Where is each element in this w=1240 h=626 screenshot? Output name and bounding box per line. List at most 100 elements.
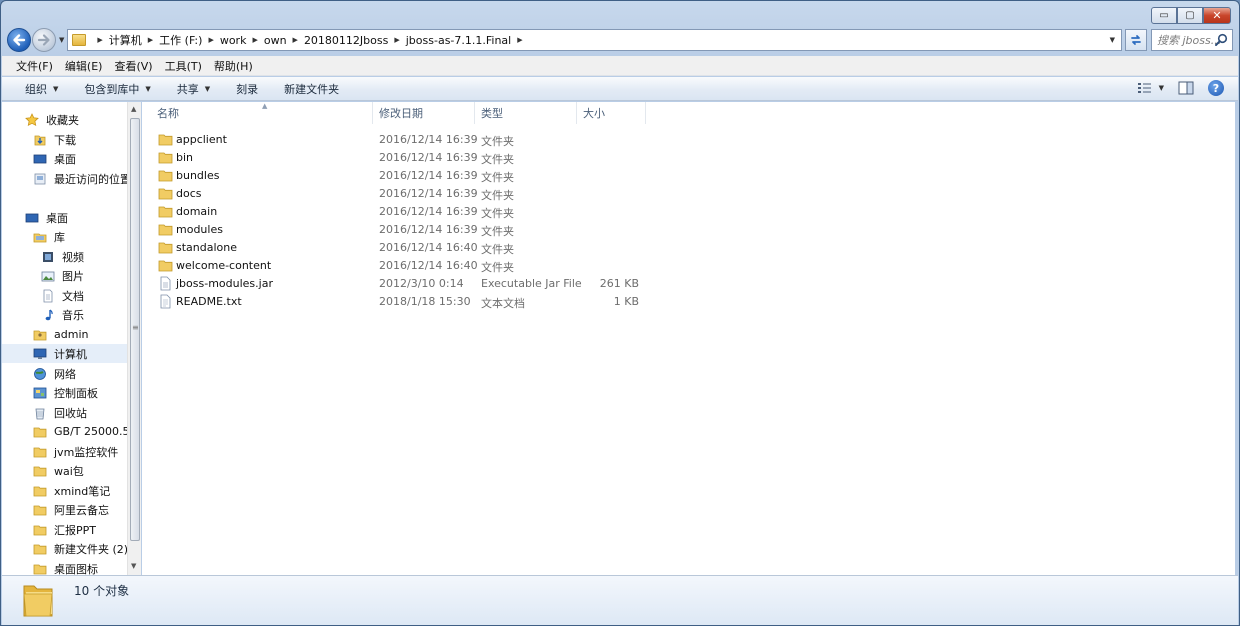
library-icon xyxy=(32,229,48,245)
file-row[interactable]: domain 2016/12/14 16:39 文件夹 xyxy=(156,203,1216,221)
jar-file-icon xyxy=(160,276,171,291)
file-type: 文件夹 xyxy=(481,261,514,274)
file-type: 文件夹 xyxy=(481,135,514,148)
navpane-scrollbar[interactable]: ▲ ≡ ▼ xyxy=(127,102,141,575)
change-view-button[interactable]: ▼ xyxy=(1137,81,1164,95)
address-dropdown-icon[interactable]: ▼ xyxy=(1110,36,1115,44)
file-date: 2016/12/14 16:39 xyxy=(379,169,478,182)
chevron-down-icon: ▼ xyxy=(145,84,151,93)
nav-label: 桌面 xyxy=(54,152,76,166)
nav-desktop-fav[interactable]: 桌面 xyxy=(32,149,76,168)
share-button[interactable]: 共享 ▼ xyxy=(168,81,219,97)
forward-button[interactable] xyxy=(32,28,56,52)
nav-documents[interactable]: 文档 xyxy=(40,286,84,305)
nav-folder-aliyun[interactable]: 阿里云备忘 xyxy=(32,500,109,519)
chevron-right-icon[interactable]: ▶ xyxy=(148,36,153,44)
menu-edit[interactable]: 编辑(E) xyxy=(59,58,109,74)
breadcrumb-computer[interactable]: 计算机 xyxy=(109,32,142,48)
nav-folder-xmind[interactable]: xmind笔记 xyxy=(32,481,110,500)
column-header-type[interactable]: 类型 xyxy=(475,102,577,124)
file-row[interactable]: modules 2016/12/14 16:39 文件夹 xyxy=(156,221,1216,239)
file-row[interactable]: docs 2016/12/14 16:39 文件夹 xyxy=(156,185,1216,203)
nav-folder-ppt[interactable]: 汇报PPT xyxy=(32,520,96,539)
file-type: Executable Jar File xyxy=(481,277,582,290)
chevron-right-icon[interactable]: ▶ xyxy=(394,36,399,44)
scroll-down-icon[interactable]: ▼ xyxy=(131,562,136,570)
nav-music[interactable]: 音乐 xyxy=(40,305,84,324)
search-input[interactable]: 搜索 jboss... xyxy=(1151,29,1233,51)
breadcrumb-current[interactable]: jboss-as-7.1.1.Final xyxy=(406,34,511,47)
nav-favorites[interactable]: 收藏夹 xyxy=(24,110,79,129)
address-row: ▼ ▶ 计算机 ▶ 工作 (F:) ▶ work ▶ own ▶ 2018011… xyxy=(7,27,1233,53)
maximize-button[interactable]: ▢ xyxy=(1177,7,1203,24)
nav-libraries[interactable]: 库 xyxy=(32,227,65,246)
preview-pane-icon[interactable] xyxy=(1178,81,1194,95)
chevron-right-icon[interactable]: ▶ xyxy=(252,36,257,44)
folder-icon xyxy=(158,134,173,146)
search-placeholder: 搜索 jboss... xyxy=(1157,34,1222,47)
address-bar[interactable]: ▶ 计算机 ▶ 工作 (F:) ▶ work ▶ own ▶ 20180112J… xyxy=(67,29,1122,51)
folder-icon xyxy=(72,34,87,46)
new-folder-button[interactable]: 新建文件夹 xyxy=(275,81,348,97)
file-name: docs xyxy=(176,187,202,200)
nav-pictures[interactable]: 图片 xyxy=(40,266,84,285)
nav-label: 桌面 xyxy=(46,211,68,225)
column-name-label: 名称 xyxy=(157,107,179,120)
search-icon[interactable] xyxy=(1214,33,1228,47)
nav-label: wai包 xyxy=(54,464,84,478)
file-row[interactable]: README.txt 2018/1/18 15:30 文本文档 1 KB xyxy=(156,293,1216,311)
nav-folder-gbt[interactable]: GB/T 25000.51- xyxy=(32,422,127,441)
breadcrumb-jboss-folder[interactable]: 20180112Jboss xyxy=(304,34,388,47)
recent-pages-dropdown-icon[interactable]: ▼ xyxy=(59,36,64,44)
nav-folder-new2[interactable]: 新建文件夹 (2) xyxy=(32,539,127,558)
nav-downloads[interactable]: 下载 xyxy=(32,130,76,149)
file-row[interactable]: standalone 2016/12/14 16:40 文件夹 xyxy=(156,239,1216,257)
organize-button[interactable]: 组织 ▼ xyxy=(16,81,67,97)
back-button[interactable] xyxy=(7,28,31,52)
nav-desktop[interactable]: 桌面 xyxy=(24,208,68,227)
column-type-label: 类型 xyxy=(481,107,503,120)
view-list-icon xyxy=(1137,83,1151,93)
file-row[interactable]: welcome-content 2016/12/14 16:40 文件夹 xyxy=(156,257,1216,275)
nav-videos[interactable]: 视频 xyxy=(40,247,84,266)
minimize-button[interactable]: ▭ xyxy=(1151,7,1177,24)
file-row[interactable]: bin 2016/12/14 16:39 文件夹 xyxy=(156,149,1216,167)
column-header-size[interactable]: 大小 xyxy=(577,102,646,124)
nav-network[interactable]: 网络 xyxy=(32,364,76,383)
nav-computer[interactable]: 计算机 xyxy=(2,344,127,363)
breadcrumb-work[interactable]: work xyxy=(220,34,247,47)
scroll-up-icon[interactable]: ▲ xyxy=(131,105,136,113)
nav-control-panel[interactable]: 控制面板 xyxy=(32,383,98,402)
chevron-right-icon[interactable]: ▶ xyxy=(293,36,298,44)
share-label: 共享 xyxy=(176,82,199,96)
folder-icon xyxy=(32,502,48,518)
nav-folder-jvm[interactable]: jvm监控软件 xyxy=(32,442,118,461)
back-arrow-icon xyxy=(13,34,26,46)
menu-file[interactable]: 文件(F) xyxy=(10,58,59,74)
file-row[interactable]: appclient 2016/12/14 16:39 文件夹 xyxy=(156,131,1216,149)
menu-help[interactable]: 帮助(H) xyxy=(208,58,259,74)
nav-folder-desktop-icons[interactable]: 桌面图标 xyxy=(32,559,98,575)
file-row[interactable]: jboss-modules.jar 2012/3/10 0:14 Executa… xyxy=(156,275,1216,293)
file-date: 2016/12/14 16:39 xyxy=(379,223,478,236)
nav-recent-places[interactable]: 最近访问的位置 xyxy=(32,169,127,188)
column-header-date[interactable]: 修改日期 xyxy=(373,102,475,124)
menu-view[interactable]: 查看(V) xyxy=(108,58,158,74)
help-icon[interactable]: ? xyxy=(1208,80,1224,96)
nav-recycle-bin[interactable]: 回收站 xyxy=(32,403,87,422)
chevron-right-icon[interactable]: ▶ xyxy=(97,36,102,44)
menu-bar: 文件(F) 编辑(E) 查看(V) 工具(T) 帮助(H) xyxy=(2,56,1238,76)
refresh-button[interactable] xyxy=(1125,29,1147,51)
nav-folder-wai[interactable]: wai包 xyxy=(32,461,84,480)
file-row[interactable]: bundles 2016/12/14 16:39 文件夹 xyxy=(156,167,1216,185)
nav-admin[interactable]: admin xyxy=(32,325,88,344)
breadcrumb-own[interactable]: own xyxy=(264,34,287,47)
menu-tools[interactable]: 工具(T) xyxy=(159,58,208,74)
chevron-right-icon[interactable]: ▶ xyxy=(208,36,213,44)
close-button[interactable]: ✕ xyxy=(1203,7,1231,24)
chevron-right-icon[interactable]: ▶ xyxy=(517,36,522,44)
include-in-library-button[interactable]: 包含到库中 ▼ xyxy=(75,81,159,97)
burn-button[interactable]: 刻录 xyxy=(227,81,267,97)
breadcrumb-drive[interactable]: 工作 (F:) xyxy=(159,32,202,48)
scrollbar-grip-icon: ≡ xyxy=(132,323,139,332)
